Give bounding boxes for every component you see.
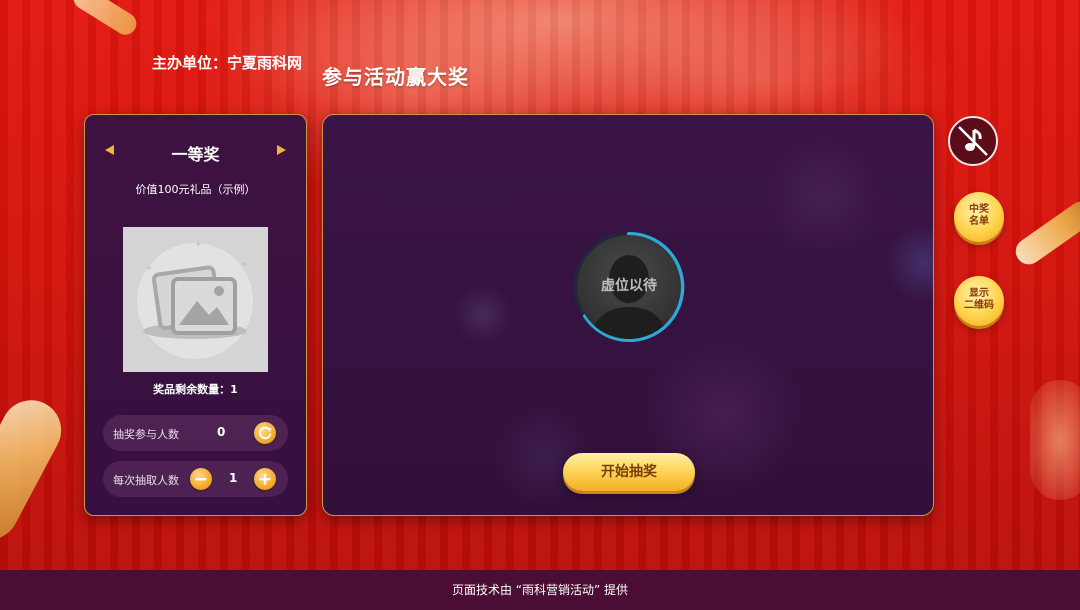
image-placeholder-icon: ✦ ✦ ✦: [137, 240, 253, 359]
prize-panel: 一等奖 价值100元礼品（示例） ✦ ✦ ✦ 奖品剩余数量：1 抽奖参与人数 0: [84, 114, 307, 516]
svg-text:✦: ✦: [241, 260, 248, 269]
organizer-label: 主办单位：宁夏雨科网: [152, 54, 303, 72]
minus-icon: [195, 478, 207, 481]
footer-credit: 页面技术由 “雨科营销活动” 提供: [0, 570, 1080, 610]
avatar-placeholder-text: 虚位以待: [601, 278, 657, 294]
show-qrcode-label-line2: 二维码: [964, 300, 994, 311]
ribbon-decoration: [69, 0, 141, 39]
prize-image: ✦ ✦ ✦: [123, 227, 268, 372]
ribbon-decoration: [0, 389, 72, 551]
refresh-icon: [259, 426, 272, 440]
start-draw-button[interactable]: 开始抽奖: [563, 453, 695, 491]
refresh-button[interactable]: [254, 422, 276, 444]
winners-list-label-line2: 名单: [969, 216, 989, 227]
decrease-button[interactable]: [190, 468, 212, 490]
music-off-icon: [958, 126, 988, 156]
show-qrcode-button[interactable]: 显示 二维码: [954, 276, 1004, 326]
music-toggle-button[interactable]: [948, 116, 998, 166]
light-decoration: [1030, 380, 1080, 500]
ribbon-decoration: [1010, 196, 1080, 270]
increase-button[interactable]: [254, 468, 276, 490]
participants-label: 抽奖参与人数: [113, 428, 179, 441]
prize-description: 价值100元礼品（示例）: [135, 183, 256, 196]
prize-name: 一等奖: [171, 145, 220, 164]
show-qrcode-label-line1: 显示: [969, 288, 989, 299]
participants-row: 抽奖参与人数 0: [103, 415, 288, 451]
participants-value: 0: [217, 425, 226, 439]
lottery-stage: 虚位以待 开始抽奖: [322, 114, 934, 516]
plus-icon: [259, 473, 271, 485]
per-draw-row: 每次抽取人数 1: [103, 461, 288, 497]
page-title: 参与活动赢大奖: [322, 65, 469, 89]
svg-text:✦: ✦: [195, 240, 202, 249]
per-draw-label: 每次抽取人数: [113, 474, 179, 487]
prize-remaining-count: 奖品剩余数量：1: [153, 383, 238, 396]
svg-text:✦: ✦: [145, 264, 153, 274]
per-draw-value: 1: [229, 471, 238, 485]
next-prize-arrow-icon[interactable]: [277, 145, 286, 155]
winners-list-button[interactable]: 中奖 名单: [954, 192, 1004, 242]
winners-list-label-line1: 中奖: [969, 204, 989, 215]
